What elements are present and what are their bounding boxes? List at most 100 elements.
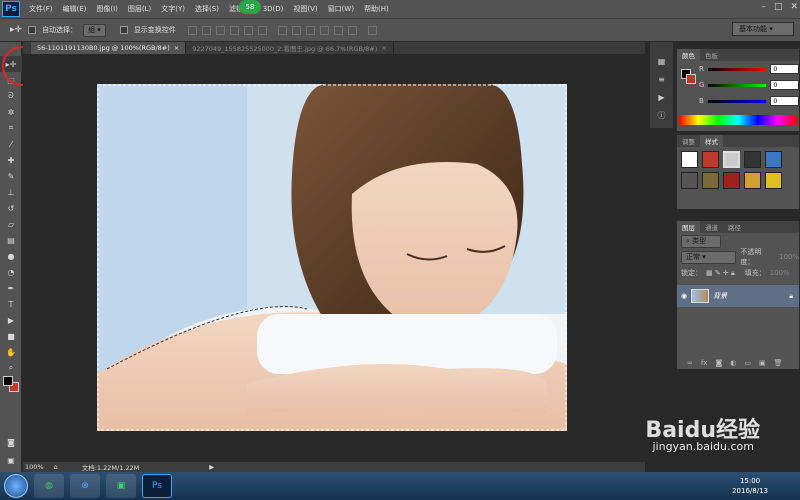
- screen-mode-icon[interactable]: ▣: [0, 452, 22, 468]
- align-left-icon[interactable]: [229, 25, 239, 35]
- g-slider[interactable]: [708, 83, 767, 87]
- healing-brush-tool-icon[interactable]: ✚: [0, 152, 22, 168]
- eraser-tool-icon[interactable]: ▱: [0, 216, 22, 232]
- distribute-vcenter-icon[interactable]: [291, 25, 301, 35]
- menu-edit[interactable]: 编辑(E): [58, 4, 92, 14]
- show-transform-checkbox[interactable]: [119, 26, 128, 34]
- menu-window[interactable]: 窗口(W): [323, 4, 359, 14]
- menu-image[interactable]: 图像(I): [91, 4, 123, 14]
- tab-swatches[interactable]: 色板: [700, 49, 723, 61]
- style-swatch[interactable]: [702, 151, 719, 168]
- layer-name[interactable]: 背景: [713, 291, 727, 301]
- menu-file[interactable]: 文件(F): [24, 4, 58, 14]
- clock[interactable]: 15:00 2016/8/13: [732, 476, 768, 496]
- taskbar-browser-icon[interactable]: ◍: [34, 474, 64, 498]
- brush-tool-icon[interactable]: ✎: [0, 168, 22, 184]
- type-tool-icon[interactable]: T: [0, 296, 22, 312]
- adjustment-layer-icon[interactable]: ◐: [730, 359, 736, 367]
- status-menu-icon[interactable]: ▶: [209, 463, 214, 471]
- panel-bg-swatch[interactable]: [686, 74, 696, 84]
- style-swatch[interactable]: [681, 172, 698, 189]
- menu-layer[interactable]: 图层(L): [123, 4, 156, 14]
- align-bottom-icon[interactable]: [215, 25, 225, 35]
- tab-adjustments[interactable]: 调整: [677, 135, 700, 147]
- style-swatch[interactable]: [723, 172, 740, 189]
- tab-styles[interactable]: 样式: [700, 135, 723, 147]
- history-icon[interactable]: ▦: [650, 52, 673, 70]
- style-swatch[interactable]: [723, 151, 740, 168]
- group-icon[interactable]: ▭: [744, 359, 751, 367]
- auto-align-icon[interactable]: [367, 25, 377, 35]
- foreground-color-swatch[interactable]: [3, 376, 13, 386]
- hand-tool-icon[interactable]: ✋: [0, 344, 22, 360]
- status-info-icon[interactable]: ⌂: [54, 463, 58, 471]
- distribute-bottom-icon[interactable]: [305, 25, 315, 35]
- history-brush-tool-icon[interactable]: ↺: [0, 200, 22, 216]
- tab-channels[interactable]: 通道: [700, 221, 723, 233]
- crop-tool-icon[interactable]: ⌗: [0, 120, 22, 136]
- r-value[interactable]: 0: [770, 64, 799, 74]
- link-layers-icon[interactable]: ∞: [687, 359, 693, 367]
- align-hcenter-icon[interactable]: [243, 25, 253, 35]
- style-swatch[interactable]: [765, 151, 782, 168]
- b-value[interactable]: 0: [770, 96, 799, 106]
- clone-stamp-tool-icon[interactable]: ⊥: [0, 184, 22, 200]
- taskbar-iqiyi-icon[interactable]: ▣: [106, 474, 136, 498]
- dodge-tool-icon[interactable]: ◔: [0, 264, 22, 280]
- gradient-tool-icon[interactable]: ▤: [0, 232, 22, 248]
- actions-icon[interactable]: ▶: [650, 88, 673, 106]
- maximize-icon[interactable]: □: [774, 2, 783, 12]
- tab-paths[interactable]: 路径: [723, 221, 746, 233]
- document-tab-active[interactable]: 56-1101191130B0.jpg @ 100%(RGB/8#) ×: [31, 42, 187, 54]
- fill-value[interactable]: 100%: [770, 269, 790, 277]
- align-vcenter-icon[interactable]: [201, 25, 211, 35]
- blur-tool-icon[interactable]: ●: [0, 248, 22, 264]
- color-spectrum[interactable]: [679, 115, 797, 125]
- style-swatch[interactable]: [681, 151, 698, 168]
- style-swatch[interactable]: [744, 151, 761, 168]
- workspace-dropdown[interactable]: 基本功能 ▾: [732, 22, 794, 36]
- distribute-top-icon[interactable]: [277, 25, 287, 35]
- align-right-icon[interactable]: [257, 25, 267, 35]
- close-tab-icon[interactable]: ×: [381, 44, 386, 52]
- menu-select[interactable]: 选择(S): [190, 4, 224, 14]
- auto-select-dropdown[interactable]: 组 ▾: [83, 23, 106, 37]
- blend-mode-dropdown[interactable]: 正常 ▾: [681, 250, 737, 264]
- start-button[interactable]: [4, 474, 28, 498]
- delete-layer-icon[interactable]: 🗑︎: [774, 359, 783, 367]
- b-slider[interactable]: [707, 99, 767, 103]
- move-tool-preset-icon[interactable]: ▸✛: [10, 25, 22, 35]
- lock-icons[interactable]: ▦ ✎ ✛ 🔒︎: [706, 269, 735, 278]
- layer-row-background[interactable]: ◉ 背景 🔒︎: [677, 285, 799, 307]
- align-top-icon[interactable]: [187, 25, 197, 35]
- visibility-eye-icon[interactable]: ◉: [681, 292, 687, 300]
- style-swatch[interactable]: [702, 172, 719, 189]
- zoom-level[interactable]: 100%: [25, 463, 44, 471]
- properties-icon[interactable]: ≡: [650, 70, 673, 88]
- lasso-tool-icon[interactable]: ᘐ: [0, 88, 22, 104]
- distribute-right-icon[interactable]: [347, 25, 357, 35]
- path-selection-tool-icon[interactable]: ▶: [0, 312, 22, 328]
- magic-wand-tool-icon[interactable]: ✲: [0, 104, 22, 120]
- eyedropper-tool-icon[interactable]: ⁄: [0, 136, 22, 152]
- new-layer-icon[interactable]: ▣: [759, 359, 766, 367]
- menu-3d[interactable]: 3D(D): [258, 5, 289, 13]
- taskbar-cloud-icon[interactable]: ⊗: [70, 474, 100, 498]
- minimize-icon[interactable]: –: [761, 2, 766, 12]
- tab-layers[interactable]: 图层: [677, 221, 700, 233]
- info-icon[interactable]: ⓘ: [650, 106, 673, 124]
- opacity-value[interactable]: 100%: [779, 253, 799, 261]
- document-image[interactable]: [97, 84, 567, 431]
- close-tab-icon[interactable]: ×: [174, 44, 179, 52]
- layer-style-icon[interactable]: fx: [701, 359, 708, 367]
- quick-mask-icon[interactable]: ◙: [0, 434, 22, 450]
- pen-tool-icon[interactable]: ✒: [0, 280, 22, 296]
- zoom-tool-icon[interactable]: ⌕: [0, 360, 22, 376]
- layer-filter-dropdown[interactable]: ⌕ 类型: [681, 234, 721, 248]
- menu-type[interactable]: 文字(Y): [156, 4, 190, 14]
- tab-color[interactable]: 颜色: [677, 49, 700, 61]
- distribute-left-icon[interactable]: [319, 25, 329, 35]
- distribute-hcenter-icon[interactable]: [333, 25, 343, 35]
- layer-mask-icon[interactable]: ◙: [715, 359, 722, 367]
- style-swatch[interactable]: [765, 172, 782, 189]
